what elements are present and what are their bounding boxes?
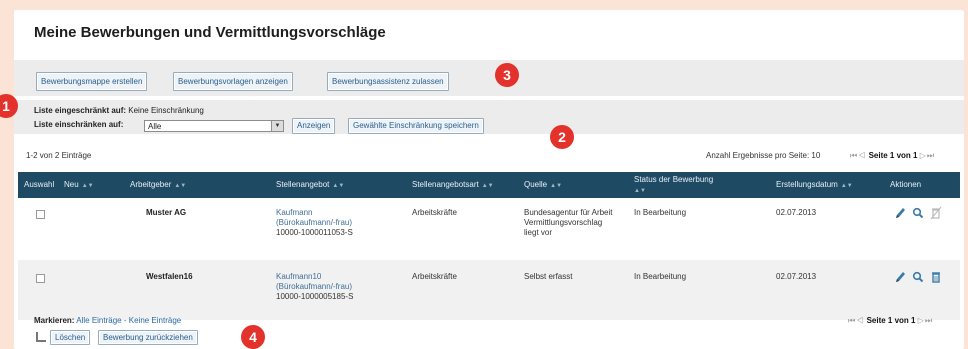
withdraw-application-button[interactable]: Bewerbung zurückziehen <box>98 330 198 345</box>
header-stellenangebot[interactable]: Stellenangebot ▲▼ <box>276 180 344 189</box>
date-cell: 02.07.2013 <box>776 272 817 281</box>
show-application-templates-button[interactable]: Bewerbungsvorlagen anzeigen <box>173 72 293 91</box>
save-filter-button[interactable]: Gewählte Einschränkung speichern <box>348 118 484 134</box>
first-page-icon[interactable]: ⏮ <box>848 316 856 325</box>
header-arbeitgeber[interactable]: Arbeitgeber ▲▼ <box>130 180 186 189</box>
header-aktionen: Aktionen <box>890 180 922 189</box>
employer-cell: Westfalen16 <box>146 272 193 281</box>
page-title: Meine Bewerbungen und Vermittlungsvorsch… <box>34 24 386 41</box>
pencil-icon[interactable] <box>894 206 906 220</box>
mark-none-link[interactable]: Keine Einträge <box>129 316 181 325</box>
bottom-pager: ⏮◁ Seite 1 von 1 ▷⏭ <box>848 316 933 326</box>
filter-restrict-label: Liste einschränken auf: <box>34 120 124 129</box>
mark-separator: - <box>123 316 127 325</box>
sort-icon[interactable]: ▲▼ <box>841 183 853 189</box>
pencil-icon[interactable] <box>894 270 906 284</box>
bottom-page-indicator: Seite 1 von 1 <box>866 316 916 325</box>
status-cell: In Bearbeitung <box>634 208 687 217</box>
bulk-action-connector <box>36 332 46 342</box>
header-stellenangebotsart[interactable]: Stellenangebotsart ▲▼ <box>412 180 494 189</box>
offer-link[interactable]: Kaufmann10 (Bürokaufmann/-frau) <box>276 272 372 292</box>
sort-icon[interactable]: ▲▼ <box>634 188 646 194</box>
row-select-checkbox[interactable] <box>36 274 45 283</box>
offer-id: 10000-1000005185-S <box>276 292 354 301</box>
show-button[interactable]: Anzeigen <box>292 118 336 134</box>
filter-select[interactable]: Alle ▼ <box>144 120 284 132</box>
delete-button[interactable]: Löschen <box>50 330 91 345</box>
trash-icon[interactable] <box>930 270 942 284</box>
source-cell: Bundesagentur für Arbeit Vermittlungsvor… <box>524 208 613 237</box>
offer-type-cell: Arbeitskräfte <box>412 272 457 281</box>
create-application-folder-button[interactable]: Bewerbungsmappe erstellen <box>36 72 148 91</box>
magnifier-icon[interactable] <box>912 206 924 220</box>
mark-all-link[interactable]: Alle Einträge <box>76 316 121 325</box>
chevron-down-icon: ▼ <box>271 121 283 131</box>
header-neu[interactable]: Neu ▲▼ <box>64 180 94 189</box>
magnifier-icon[interactable] <box>912 270 924 284</box>
header-quelle[interactable]: Quelle ▲▼ <box>524 180 562 189</box>
callout-marker-4: 4 <box>241 325 265 349</box>
sort-icon[interactable]: ▲▼ <box>174 183 186 189</box>
last-page-icon[interactable]: ⏭ <box>925 316 933 325</box>
filter-restricted-label: Liste eingeschränkt auf: <box>34 106 127 115</box>
table-row: Westfalen16 Kaufmann10 (Bürokaufmann/-fr… <box>18 260 960 320</box>
prev-page-icon[interactable]: ◁ <box>858 151 866 160</box>
offer-link[interactable]: Kaufmann (Bürokaufmann/-frau) <box>276 208 372 228</box>
prev-page-icon[interactable]: ◁ <box>856 316 864 325</box>
filter-restricted-value: Keine Einschränkung <box>128 106 204 115</box>
mark-line: Markieren: Alle Einträge - Keine Einträg… <box>34 316 182 325</box>
allow-application-assistance-button[interactable]: Bewerbungsassistenz zulassen <box>327 72 449 91</box>
filter-select-value: Alle <box>148 122 162 131</box>
result-count: 1-2 von 2 Einträge <box>26 151 92 160</box>
top-pager: ⏮◁ Seite 1 von 1 ▷⏭ <box>850 151 935 161</box>
table-header: Auswahl Neu ▲▼ Arbeitgeber ▲▼ Stellenangeb… <box>18 172 960 198</box>
header-erstellungsdatum[interactable]: Erstellungsdatum ▲▼ <box>776 180 853 189</box>
source-cell: Selbst erfasst <box>524 272 573 281</box>
employer-cell: Muster AG <box>146 208 187 217</box>
table-row: Muster AG Kaufmann (Bürokaufmann/-frau) … <box>18 198 960 260</box>
offer-id: 10000-1000011053-S <box>276 228 353 237</box>
callout-marker-3: 3 <box>495 63 519 87</box>
callout-marker-2: 2 <box>550 125 574 149</box>
last-page-icon[interactable]: ⏭ <box>927 151 935 160</box>
header-status[interactable]: Status der Bewerbung ▲▼ <box>634 175 713 196</box>
sort-icon[interactable]: ▲▼ <box>332 183 344 189</box>
results-per-page[interactable]: Anzahl Ergebnisse pro Seite: 10 <box>706 151 820 160</box>
next-page-icon[interactable]: ▷ <box>918 316 925 325</box>
applications-panel: Meine Bewerbungen und Vermittlungsvorsch… <box>14 10 964 349</box>
date-cell: 02.07.2013 <box>776 208 817 217</box>
action-toolbar: Bewerbungsmappe erstellen Bewerbungsvorl… <box>14 60 964 96</box>
header-auswahl: Auswahl <box>24 180 55 189</box>
filter-restricted-line: Liste eingeschränkt auf: Keine Einschrän… <box>34 106 204 115</box>
first-page-icon[interactable]: ⏮ <box>850 151 858 160</box>
next-page-icon[interactable]: ▷ <box>920 151 927 160</box>
sort-icon[interactable]: ▲▼ <box>82 183 94 189</box>
sort-icon[interactable]: ▲▼ <box>550 183 562 189</box>
status-cell: In Bearbeitung <box>634 272 687 281</box>
top-page-indicator: Seite 1 von 1 <box>868 151 918 160</box>
trash-icon <box>930 206 942 220</box>
sort-icon[interactable]: ▲▼ <box>482 183 494 189</box>
row-select-checkbox[interactable] <box>36 210 45 219</box>
offer-type-cell: Arbeitskräfte <box>412 208 457 217</box>
